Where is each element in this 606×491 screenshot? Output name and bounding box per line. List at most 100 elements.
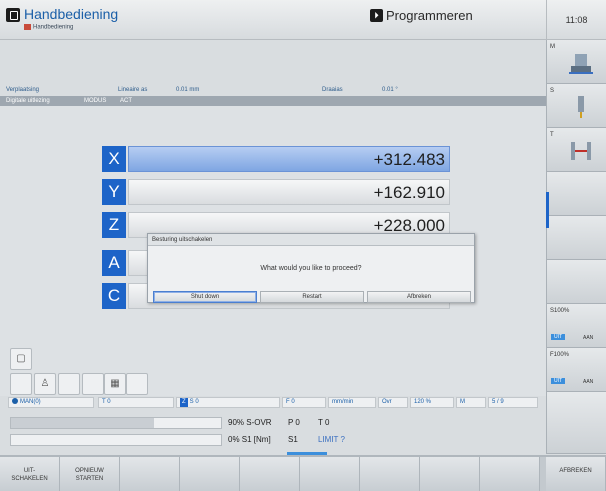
vsoftkey-empty-2[interactable]	[546, 216, 606, 260]
vsoftkey-t[interactable]: T	[546, 128, 606, 172]
manual-mode-icon	[6, 8, 20, 22]
blank-slot-1[interactable]	[10, 373, 32, 395]
rotary-axis-label: Draaias	[322, 87, 343, 93]
s1-load-text: 0% S1 [Nm]	[228, 435, 271, 444]
spindle-icon	[578, 96, 584, 118]
spindle-load-bar	[10, 434, 222, 446]
feed-unit: mm/min	[328, 397, 376, 408]
vsoftkey-label: S100%	[550, 308, 570, 314]
limit-text: LIMIT ?	[318, 435, 345, 444]
softkey-empty-7[interactable]	[360, 457, 420, 491]
hand-icon	[24, 24, 31, 30]
mode-status-text: MAN(0)	[20, 399, 41, 405]
t-text: T 0	[318, 418, 330, 427]
s-override-text: 90% S-OVR	[228, 418, 272, 427]
mode-subtitle: Handbediening	[24, 24, 73, 31]
linear-axis-value: 0.01 mm	[176, 87, 200, 93]
override-area: 90% S-OVR P 0 T 0 0% S1 [Nm] S1 LIMIT ?	[0, 413, 546, 453]
softkey-cancel[interactable]: AFBREKEN	[546, 457, 606, 491]
spindle-status: ZS 0	[176, 397, 280, 408]
softkey-restart[interactable]: OPNIEUW STARTEN	[60, 457, 120, 491]
tool-holder-icon[interactable]: ♙	[34, 373, 56, 395]
active-vsoftkey-marker	[546, 192, 549, 228]
document-icon[interactable]: ▢	[10, 348, 32, 370]
softkey-label: STARTEN	[75, 476, 104, 482]
softkey-empty-6[interactable]	[300, 457, 360, 491]
blank-slot-2[interactable]	[58, 373, 80, 395]
on-label: AAN	[583, 379, 594, 385]
clock: 11:08	[546, 0, 606, 40]
vsoftkey-spindle-override[interactable]: S100% UIT AAN	[546, 304, 606, 348]
blank-slot-3[interactable]	[82, 373, 104, 395]
off-badge: UIT	[551, 378, 566, 384]
verplaatsing-label: Verplaatsing	[6, 87, 40, 93]
softkey-label: SCHAKELEN	[11, 476, 48, 482]
axis-row-y[interactable]: Y +162.910	[102, 179, 450, 205]
softkey-empty-5[interactable]	[240, 457, 300, 491]
vsoftkey-feed-override[interactable]: F100% UIT AAN	[546, 348, 606, 392]
spindle-text: S 0	[189, 399, 199, 405]
softkey-shutdown[interactable]: UIT- SCHAKELEN	[0, 457, 60, 491]
override-value: 120 %	[410, 397, 454, 408]
header-bar: Handbediening Handbediening ⏵ Programmer…	[0, 0, 546, 40]
vsoftkey-s[interactable]: S	[546, 84, 606, 128]
axis-letter: A	[102, 250, 126, 276]
override-label: Ovr	[378, 397, 408, 408]
z-axis-badge: Z	[180, 398, 188, 407]
cancel-button[interactable]: Afbreken	[367, 291, 471, 303]
mode-label: MODUS	[84, 98, 107, 104]
softkey-empty-3[interactable]	[120, 457, 180, 491]
status-dot-icon	[12, 398, 18, 405]
mode-title: Handbediening	[24, 6, 119, 22]
spindle-override-fill	[11, 418, 154, 428]
programming-icon[interactable]: ⏵	[370, 9, 383, 22]
softkey-bar: UIT- SCHAKELEN OPNIEUW STARTEN AFBREKEN	[0, 455, 606, 491]
blank-slot-4[interactable]	[126, 373, 148, 395]
axis-value: +162.910	[128, 179, 450, 205]
m-value: 5 / 9	[488, 397, 538, 408]
off-badge: UIT	[551, 334, 566, 340]
axis-row-x[interactable]: X +312.483	[102, 146, 450, 172]
vsoftkey-label: F100%	[550, 352, 570, 358]
softkey-label: UIT-	[23, 468, 36, 474]
machine-icon	[569, 54, 593, 74]
shutdown-dialog: Besturing uitschakelen What would you li…	[147, 233, 475, 303]
axis-letter: C	[102, 283, 126, 309]
mode-status: MAN(0)	[8, 397, 94, 408]
on-label: AAN	[583, 335, 594, 341]
vsoftkey-empty-4[interactable]	[546, 392, 606, 454]
mode-subtitle-text: Handbediening	[33, 24, 74, 31]
tool-measure-icon	[571, 142, 591, 160]
status-strip: MAN(0) T 0 ZS 0 F 0 mm/min Ovr 120 % M 5…	[8, 397, 538, 408]
increment-info-row: Verplaatsing Lineaire as 0.01 mm Draaias…	[0, 84, 546, 96]
m-label: M	[456, 397, 486, 408]
softkey-label: AFBREKEN	[559, 468, 592, 474]
vsoftkey-label: M	[550, 44, 555, 50]
vsoftkey-label: S	[550, 88, 555, 94]
spindle-override-bar	[10, 417, 222, 429]
shutdown-button[interactable]: Shut down	[153, 291, 257, 303]
softkey-empty-4[interactable]	[180, 457, 240, 491]
p-text: P 0	[288, 418, 300, 427]
vsoftkey-empty-1[interactable]	[546, 172, 606, 216]
dialog-title: Besturing uitschakelen	[148, 234, 474, 246]
softkey-empty-8[interactable]	[420, 457, 480, 491]
axis-letter: X	[102, 146, 126, 172]
position-display-label: Digitale uitlezing	[6, 98, 50, 104]
programming-mode-tab[interactable]: Programmeren	[386, 8, 473, 23]
tool-table-icon[interactable]: ▦	[104, 373, 126, 395]
s1-text: S1	[288, 435, 298, 444]
vsoftkey-label: T	[550, 132, 554, 138]
dialog-message: What would you like to proceed?	[260, 265, 362, 272]
feed-status: F 0	[282, 397, 326, 408]
linear-axis-label: Lineaire as	[118, 87, 148, 93]
vsoftkey-empty-3[interactable]	[546, 260, 606, 304]
tool-status: T 0	[98, 397, 174, 408]
vsoftkey-m[interactable]: M	[546, 40, 606, 84]
axis-letter: Y	[102, 179, 126, 205]
softkey-empty-9[interactable]	[480, 457, 540, 491]
act-label: ACT	[120, 98, 132, 104]
position-display-row: Digitale uitlezing MODUS ACT	[0, 96, 546, 106]
axis-value: +312.483	[128, 146, 450, 172]
restart-button[interactable]: Restart	[260, 291, 364, 303]
